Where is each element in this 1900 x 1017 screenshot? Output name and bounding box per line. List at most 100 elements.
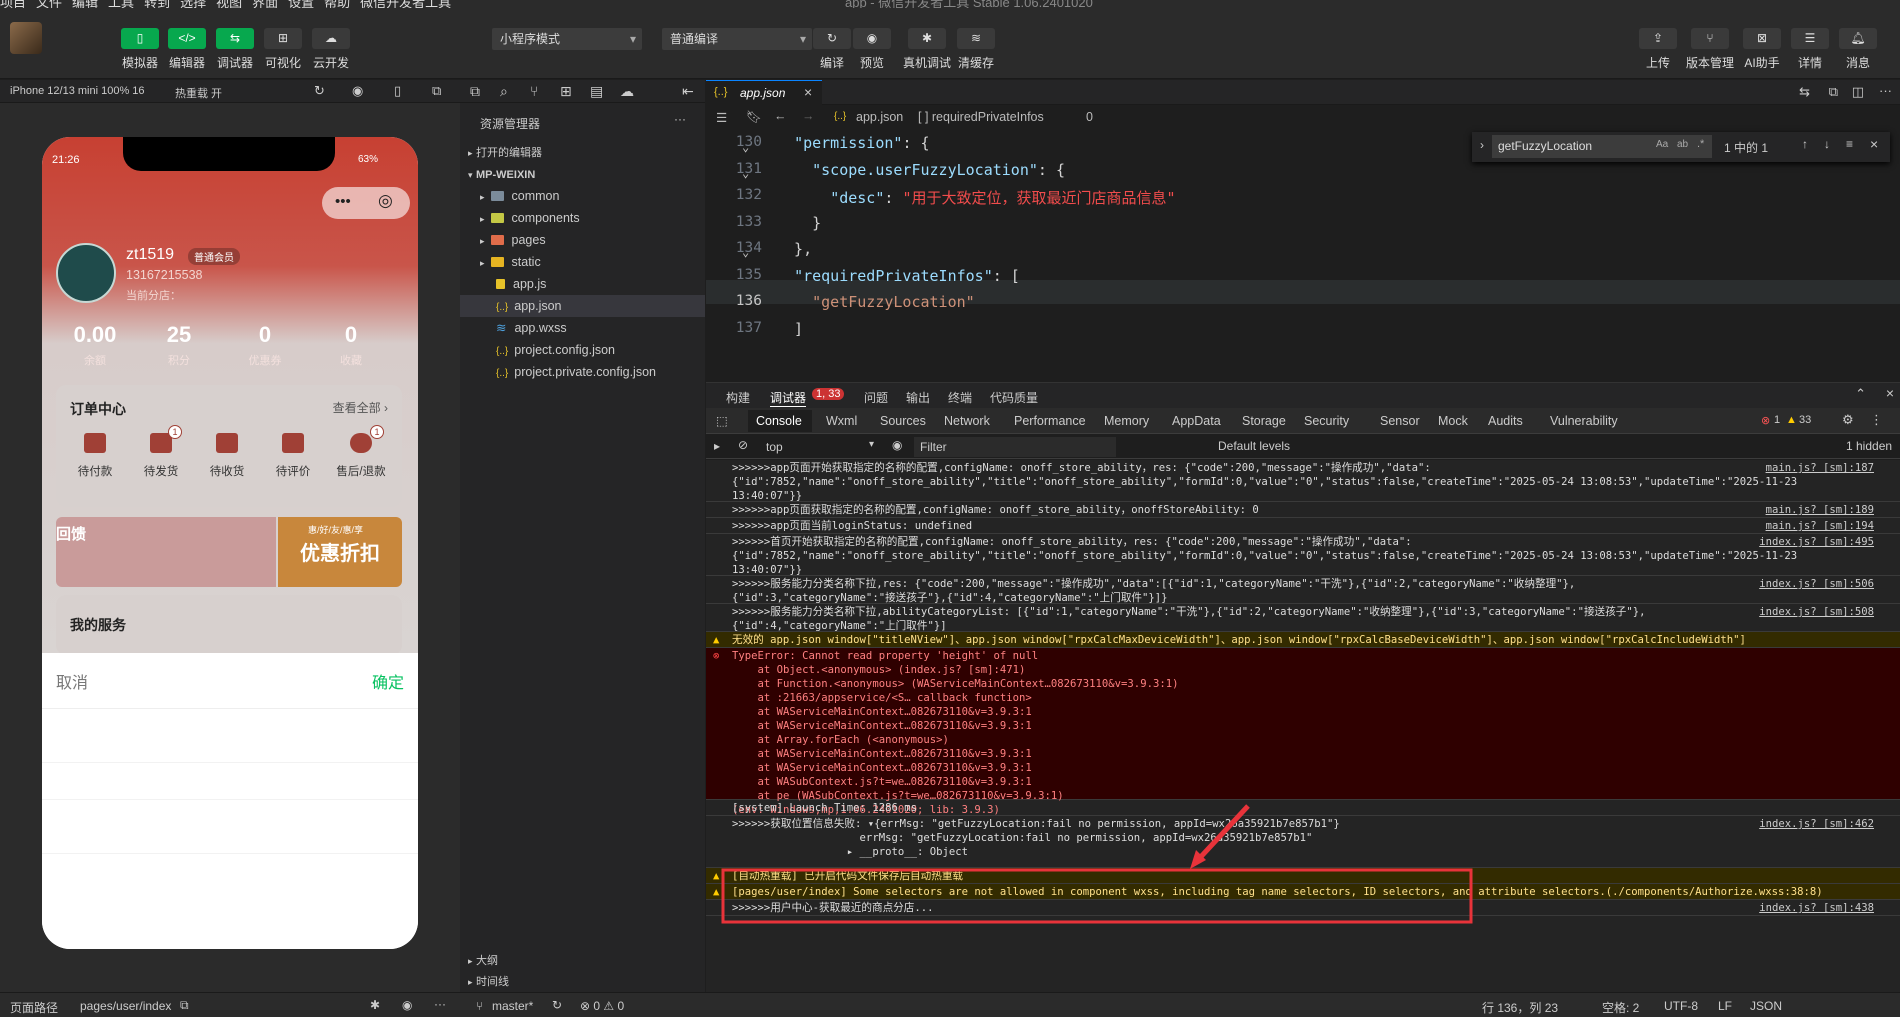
encoding[interactable]: UTF-8 — [1664, 999, 1698, 1013]
close-icon[interactable]: × — [804, 84, 812, 100]
source-link[interactable]: main.js? [sm]:189 — [1766, 503, 1874, 517]
close-icon[interactable]: × — [1886, 385, 1894, 401]
user-avatar[interactable] — [56, 243, 116, 303]
list-icon[interactable]: ☰ — [716, 110, 727, 125]
whole-word-icon[interactable]: ab — [1677, 139, 1688, 150]
order-pending-ship[interactable]: 待发货 1 — [130, 425, 192, 479]
error-count[interactable]: 1 — [1774, 414, 1780, 426]
stat-points[interactable]: 25 积分 — [150, 322, 208, 368]
device-select[interactable]: iPhone 12/13 mini 100% 16 — [10, 85, 145, 97]
folder-components[interactable]: ▸ components — [460, 207, 705, 229]
cancel-button[interactable]: 取消 — [56, 669, 88, 693]
cursor-position[interactable]: 行 136，列 23 — [1482, 999, 1558, 1016]
project-root[interactable]: ▾ MP-WEIXIN — [460, 163, 705, 185]
split-editor-icon[interactable]: ◫ — [1852, 84, 1864, 100]
menu-item[interactable]: 设置 — [288, 0, 314, 8]
fold-icon[interactable]: ⌄ — [742, 245, 749, 259]
search-icon[interactable]: ⌕ — [500, 83, 508, 100]
problems-count[interactable]: ⊗ 0 ⚠ 0 — [580, 999, 624, 1013]
stat-favorites[interactable]: 0 收藏 — [322, 322, 380, 368]
cloud-button[interactable]: ☁ 云开发 — [309, 28, 353, 71]
folder-pages[interactable]: ▸ pages — [460, 229, 705, 251]
regex-icon[interactable]: .* — [1697, 138, 1704, 150]
tab-network[interactable]: Network — [944, 414, 990, 428]
tab-console[interactable]: Console — [748, 410, 812, 432]
tab-build[interactable]: 构建 — [726, 389, 750, 406]
page-path-select[interactable]: 页面路径 — [10, 999, 58, 1016]
file-project-private-config[interactable]: {..} project.private.config.json — [460, 361, 705, 383]
menu-item[interactable]: 界面 — [252, 0, 278, 8]
timeline-section[interactable]: ▸ 时间线 — [460, 970, 705, 992]
confirm-button[interactable]: 确定 — [372, 669, 404, 693]
order-pending-review[interactable]: 待评价 — [262, 433, 324, 479]
log-levels-select[interactable]: Default levels — [1218, 439, 1290, 453]
arrow-down-icon[interactable]: ↓ — [1824, 137, 1830, 151]
tab-security[interactable]: Security — [1304, 414, 1349, 428]
version-button[interactable]: ⑂ 版本管理 — [1684, 28, 1736, 71]
folder-static[interactable]: ▸ static — [460, 251, 705, 273]
hot-reload-toggle[interactable]: 热重载 开 — [175, 85, 222, 101]
file-app-js[interactable]: app.js — [460, 273, 705, 295]
menu-item[interactable]: 选择 — [180, 0, 206, 8]
arrow-up-icon[interactable]: ↑ — [1802, 137, 1808, 151]
tab-problems[interactable]: 问题 — [864, 389, 888, 406]
files-icon[interactable]: ⧉ — [470, 83, 480, 100]
source-link[interactable]: index.js? [sm]:508 — [1759, 605, 1874, 619]
tab-audits[interactable]: Audits — [1488, 414, 1523, 428]
stat-coupons[interactable]: 0 优惠券 — [236, 322, 294, 368]
git-branch[interactable]: master* — [492, 999, 533, 1013]
order-after-sales[interactable]: 售后/退款 1 — [328, 425, 394, 479]
file-project-config[interactable]: {..} project.config.json — [460, 339, 705, 361]
sync-icon[interactable]: ↻ — [552, 998, 562, 1012]
view-all-link[interactable]: 查看全部 › — [333, 399, 388, 416]
more-icon[interactable]: ··· — [1879, 83, 1892, 98]
remote-debug-button[interactable]: ✱ 真机调试 — [902, 28, 952, 71]
close-circle-icon[interactable]: ◎ — [378, 191, 393, 211]
source-link[interactable]: main.js? [sm]:194 — [1766, 519, 1874, 533]
eye-icon[interactable]: ◉ — [892, 438, 902, 452]
stop-icon[interactable]: ◉ — [352, 83, 363, 99]
source-link[interactable]: index.js? [sm]:495 — [1759, 535, 1874, 549]
menu-item[interactable]: 编辑 — [72, 0, 98, 8]
inspect-icon[interactable]: ⬚ — [716, 413, 728, 428]
source-link[interactable]: index.js? [sm]:462 — [1759, 817, 1874, 831]
debugger-button[interactable]: ⇆ 调试器 — [213, 28, 257, 71]
order-pending-payment[interactable]: 待付款 — [64, 433, 126, 479]
stat-balance[interactable]: 0.00 余额 — [66, 322, 124, 368]
selection-icon[interactable]: ≡ — [1846, 137, 1853, 151]
breadcrumb-file[interactable]: app.json — [856, 110, 903, 124]
messages-button[interactable]: 🔔︎ 消息 — [1836, 28, 1880, 71]
file-app-wxss[interactable]: ≋ app.wxss — [460, 317, 705, 339]
fold-icon[interactable]: ⌄ — [742, 166, 749, 180]
tab-performance[interactable]: Performance — [1014, 414, 1086, 428]
eye-icon[interactable]: ◉ — [402, 998, 412, 1012]
menu-item[interactable]: 工具 — [108, 0, 134, 8]
chevron-right-icon[interactable]: › — [1480, 138, 1484, 152]
fold-icon[interactable]: ⌄ — [742, 140, 749, 154]
extensions-icon[interactable]: ▤ — [590, 83, 603, 100]
container-icon[interactable]: ☁ — [620, 83, 634, 100]
git-icon[interactable]: ⑂ — [530, 83, 538, 99]
source-link[interactable]: index.js? [sm]:438 — [1759, 901, 1874, 915]
clear-console-icon[interactable]: ⊘ — [738, 438, 748, 452]
phone-icon[interactable]: ▯ — [394, 83, 401, 99]
tab-app-json[interactable]: {..} app.json × — [706, 80, 822, 105]
order-pending-receive[interactable]: 待收货 — [196, 433, 258, 479]
details-button[interactable]: ☰ 详情 — [1788, 28, 1832, 71]
popout-icon[interactable]: ⧉ — [432, 83, 441, 99]
filter-input[interactable]: Filter — [914, 437, 1116, 457]
tab-terminal[interactable]: 终端 — [948, 389, 972, 406]
file-app-json[interactable]: {..} app.json — [460, 295, 705, 317]
breadcrumb-key[interactable]: [ ] requiredPrivateInfos — [918, 110, 1044, 124]
tab-mock[interactable]: Mock — [1438, 414, 1468, 428]
source-link[interactable]: index.js? [sm]:506 — [1759, 577, 1874, 591]
sidebar-toggle-icon[interactable]: ▸ — [714, 439, 720, 453]
popout-icon[interactable]: ⧉ — [1829, 84, 1838, 100]
editor-button[interactable]: </> 编辑器 — [165, 28, 209, 71]
more-icon[interactable]: ⋮ — [1870, 412, 1883, 428]
language-mode[interactable]: JSON — [1750, 999, 1782, 1013]
menu-item[interactable]: 视图 — [216, 0, 242, 8]
preview-button[interactable]: ◉ 预览 — [850, 28, 894, 71]
compare-icon[interactable]: ⇆ — [1799, 84, 1810, 100]
tab-wxml[interactable]: Wxml — [826, 414, 857, 428]
